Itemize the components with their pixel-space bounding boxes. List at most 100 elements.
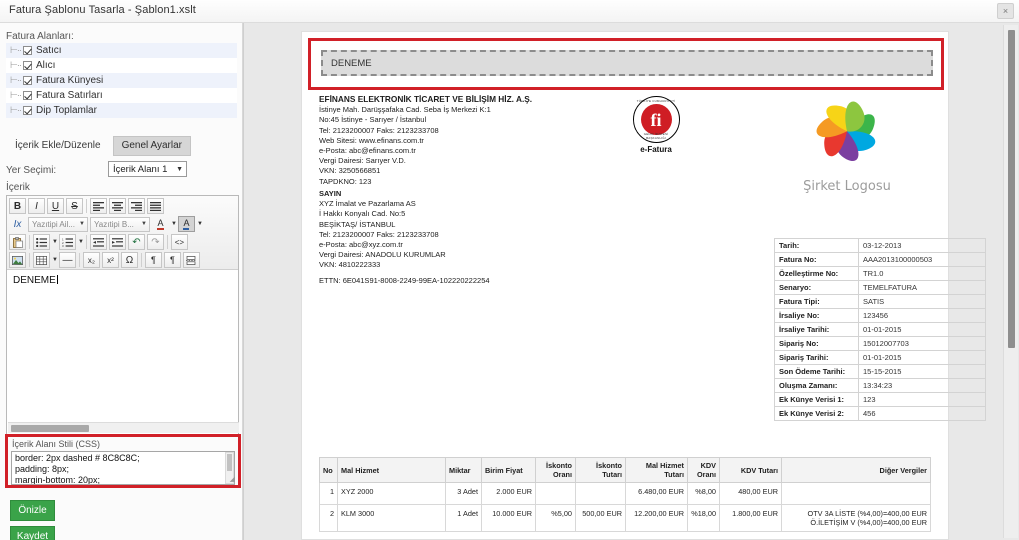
text-caret	[56, 275, 58, 284]
underline-icon[interactable]: U	[47, 198, 64, 214]
font-size-value: Yazıtipi B...	[94, 219, 134, 229]
preview-button[interactable]: Önizle	[10, 500, 55, 521]
invoice-fields-label: Fatura Alanları:	[6, 31, 74, 42]
cell-amount: 12.200,00 EUR	[625, 504, 688, 532]
save-button[interactable]: Kaydet	[10, 526, 55, 540]
italic-icon[interactable]: I	[28, 198, 45, 214]
horizontal-rule-icon[interactable]: —	[58, 252, 76, 268]
cell-no: 1	[319, 482, 338, 505]
placement-selected-value: İçerik Alanı 1	[113, 163, 168, 175]
page-break-icon[interactable]	[182, 252, 200, 268]
text-color-icon[interactable]: A	[152, 216, 169, 232]
table-row: İrsaliye Tarihi: 01-01-2015	[774, 322, 986, 337]
placement-select[interactable]: İçerik Alanı 1 ▼	[108, 161, 187, 177]
redo-icon[interactable]: ↷	[146, 234, 164, 250]
tab-icerik-ekle-duzenle[interactable]: İçerik Ekle/Düzenle	[6, 136, 110, 156]
paragraph-rtl-icon[interactable]: ¶	[163, 252, 181, 268]
clear-formatting-icon[interactable]: Ix	[9, 216, 26, 232]
tree-item-fatura-satirlari[interactable]: ⊢·· Fatura Satırları	[6, 88, 237, 103]
expand-icon[interactable]: ⊢··	[10, 90, 23, 101]
chevron-down-icon[interactable]: ▼	[52, 257, 58, 263]
subscript-icon[interactable]: x₂	[82, 252, 100, 268]
align-right-icon[interactable]	[128, 198, 145, 214]
preview-vertical-scrollbar[interactable]	[1003, 25, 1018, 538]
tree-item-alici[interactable]: ⊢·· Alıcı	[6, 58, 237, 73]
bullet-list-icon[interactable]	[33, 234, 50, 250]
scrollbar-thumb[interactable]	[1008, 30, 1015, 348]
table-row: Fatura Tipi: SATIS	[774, 294, 986, 309]
buyer-name: XYZ İmalat ve Pazarlama AS	[319, 199, 416, 209]
info-key: İrsaliye Tarihi:	[774, 322, 859, 337]
tree-item-fatura-kunyesi[interactable]: ⊢·· Fatura Künyesi	[6, 73, 237, 88]
chevron-down-icon[interactable]: ▼	[171, 221, 177, 227]
tree-item-label: Dip Toplamlar	[36, 105, 97, 116]
table-row: Sipariş Tarihi: 01-01-2015	[774, 350, 986, 365]
paste-icon[interactable]	[9, 234, 26, 250]
tree-item-label: Fatura Künyesi	[36, 75, 104, 86]
col-no: No	[319, 457, 338, 483]
chevron-down-icon[interactable]: ▼	[52, 239, 58, 245]
info-value: 03-12-2013	[858, 238, 986, 253]
col-iskonto-orani: İskonto Oranı	[535, 457, 576, 483]
info-key: Oluşma Zamanı:	[774, 378, 859, 393]
source-code-icon[interactable]: <>	[170, 234, 188, 250]
close-icon[interactable]: ×	[997, 3, 1014, 19]
scrollbar-thumb[interactable]	[227, 454, 232, 471]
checkbox-icon[interactable]	[23, 91, 32, 100]
align-left-icon[interactable]	[90, 198, 107, 214]
expand-icon[interactable]: ⊢··	[10, 45, 23, 56]
expand-icon[interactable]: ⊢··	[10, 75, 23, 86]
info-value: TEMELFATURA	[858, 280, 986, 295]
info-key: Ek Künye Verisi 2:	[774, 406, 859, 421]
col-iskonto-tutari: İskonto Tutarı	[575, 457, 626, 483]
toolbar-divider	[140, 253, 142, 267]
seller-vkn: VKN: 3250566851	[319, 166, 381, 176]
chevron-down-icon[interactable]: ▼	[197, 221, 203, 227]
checkbox-icon[interactable]	[23, 61, 32, 70]
outdent-icon[interactable]	[89, 234, 107, 250]
strikethrough-icon[interactable]: S	[66, 198, 83, 214]
seller-phone: Tel: 2123200007 Faks: 2123233708	[319, 125, 439, 135]
background-color-icon[interactable]: A	[177, 216, 195, 232]
seller-block: EFİNANS ELEKTRONİK TİCARET VE BİLİŞİM Hİ…	[319, 94, 532, 187]
scrollbar-thumb[interactable]	[11, 425, 89, 432]
checkbox-icon[interactable]	[23, 46, 32, 55]
special-character-icon[interactable]: Ω	[120, 252, 138, 268]
tree-item-dip-toplamlar[interactable]: ⊢·· Dip Toplamlar	[6, 103, 237, 118]
expand-icon[interactable]: ⊢··	[10, 60, 23, 71]
col-mal-hizmet: Mal Hizmet	[337, 457, 446, 483]
resize-grip-icon[interactable]: ◢	[230, 475, 235, 483]
insert-image-icon[interactable]	[9, 252, 26, 268]
cell-no: 2	[319, 504, 338, 532]
justify-icon[interactable]	[147, 198, 164, 214]
editor-horizontal-scrollbar[interactable]	[8, 422, 239, 433]
expand-icon[interactable]: ⊢··	[10, 105, 23, 116]
paragraph-ltr-icon[interactable]: ¶	[144, 252, 162, 268]
checkbox-icon[interactable]	[23, 106, 32, 115]
content-area-1-block[interactable]: DENEME	[321, 50, 933, 76]
insert-table-icon[interactable]	[33, 252, 50, 268]
editor-content-area[interactable]: DENEME	[7, 270, 238, 428]
chevron-down-icon[interactable]: ▼	[78, 239, 84, 245]
cell-other-taxes	[781, 482, 931, 505]
numbered-list-icon[interactable]: 123	[58, 234, 76, 250]
css-textarea[interactable]: border: 2px dashed # 8C8C8C; padding: 8p…	[11, 451, 235, 485]
indent-icon[interactable]	[108, 234, 126, 250]
font-size-select[interactable]: Yazıtipi B... ▼	[90, 216, 150, 232]
tree-item-satici[interactable]: ⊢·· Satıcı	[6, 43, 237, 58]
table-row: Senaryo: TEMELFATURA	[774, 280, 986, 295]
checkbox-icon[interactable]	[23, 76, 32, 85]
font-family-select[interactable]: Yazıtipi Ail... ▼	[28, 216, 88, 232]
buyer-phone: Tel: 2123200007 Faks: 2123233708	[319, 229, 439, 239]
bold-icon[interactable]: B	[9, 198, 26, 214]
invoice-template-designer-window: Fatura Şablonu Tasarla - Şablon1.xslt × …	[0, 0, 1019, 540]
chevron-down-icon: ▼	[141, 221, 147, 227]
undo-icon[interactable]: ↶	[127, 234, 145, 250]
superscript-icon[interactable]: x²	[101, 252, 119, 268]
company-logo-text: Şirket Logosu	[803, 179, 891, 194]
table-row: Ek Künye Verisi 2: 456	[774, 406, 986, 421]
tree-item-label: Alıcı	[36, 60, 56, 71]
tab-genel-ayarlar[interactable]: Genel Ayarlar	[112, 136, 191, 156]
info-value: TR1.0	[858, 266, 986, 281]
align-center-icon[interactable]	[109, 198, 126, 214]
